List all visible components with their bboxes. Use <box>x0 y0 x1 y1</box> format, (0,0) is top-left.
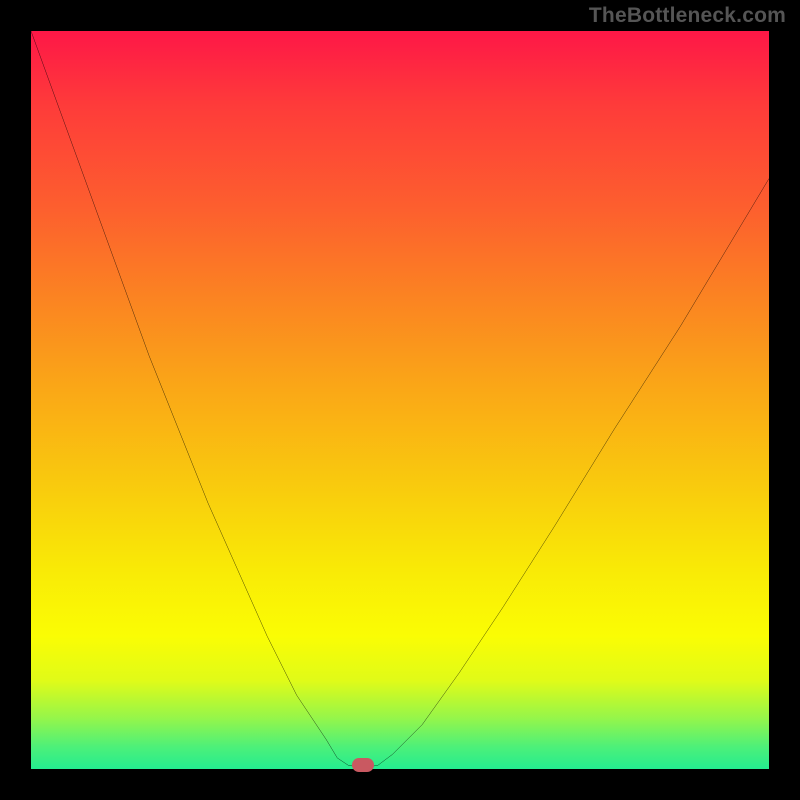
chart-frame: TheBottleneck.com <box>0 0 800 800</box>
watermark-text: TheBottleneck.com <box>589 4 786 28</box>
plot-area <box>31 31 769 769</box>
bottleneck-marker <box>352 758 374 772</box>
bottleneck-curve <box>31 31 769 769</box>
